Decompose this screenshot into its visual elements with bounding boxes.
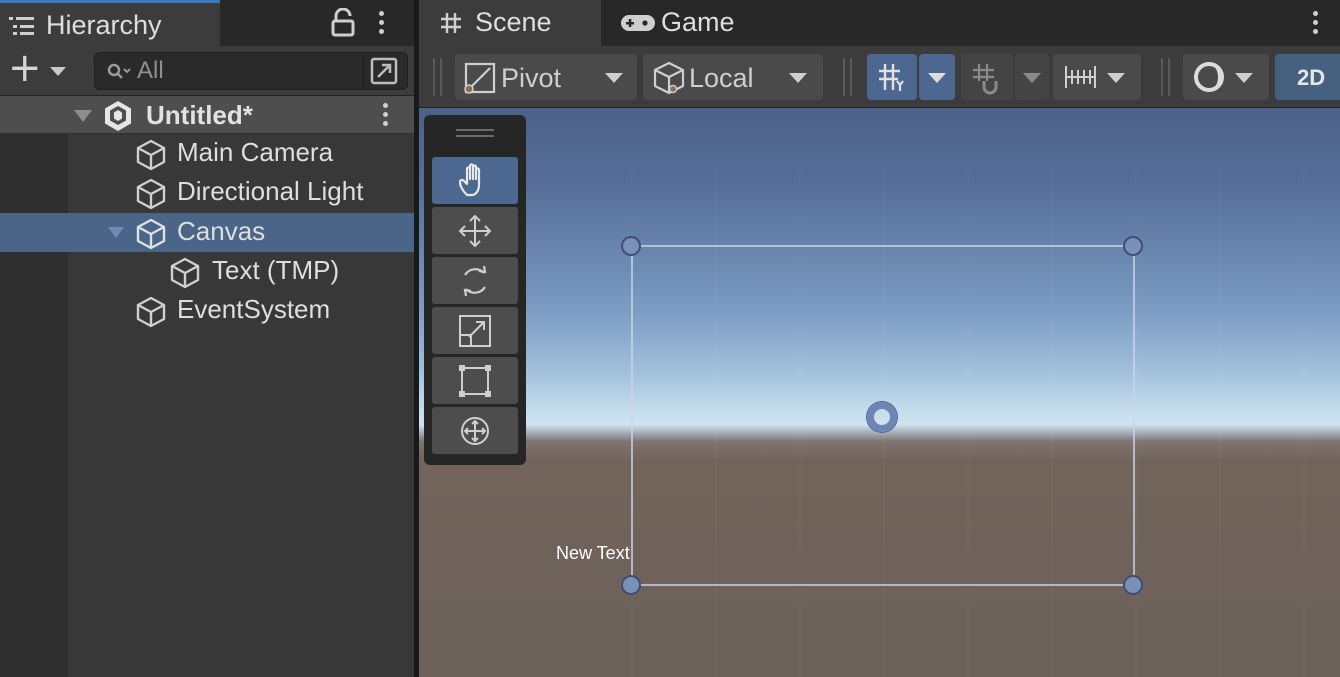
hierarchy-search-field [94,52,408,90]
scene-viewport[interactable]: New Text [419,108,1340,677]
transform-tool-button[interactable] [432,407,518,454]
increment-snap-dropdown[interactable] [1015,54,1049,100]
ruler-icon [1065,66,1096,88]
hand-tool-button[interactable] [432,157,518,204]
2d-mode-toggle[interactable]: 2D [1275,54,1340,100]
chevron-down-icon [1107,73,1125,83]
scene-toolbar: Pivot Local 2D [419,46,1340,108]
chevron-down-icon [789,73,807,83]
gameobject-cube-icon [168,256,202,295]
game-tab-label: Game [661,7,735,37]
hierarchy-item-main-camera[interactable]: Main Camera [0,134,414,173]
grid-snapping-dropdown[interactable] [919,54,955,100]
palette-drag-handle[interactable] [456,129,494,137]
expand-arrow-icon[interactable] [74,110,92,122]
select-in-scene-icon [370,57,398,85]
chevron-down-icon [928,73,946,83]
shading-sphere-icon [1194,62,1224,92]
scene-text-object[interactable]: New Text [556,543,630,564]
chevron-down-icon [1235,73,1253,83]
pivot-label: Pivot [501,63,562,93]
gamepad-icon [621,13,655,38]
hierarchy-item-directional-light[interactable]: Directional Light [0,173,414,212]
gameobject-cube-icon [134,217,168,256]
expand-arrow-icon[interactable] [108,227,124,238]
gameobject-cube-icon [134,295,168,334]
gameobject-cube-icon [134,138,168,177]
hierarchy-item-label: Directional Light [177,176,364,206]
chevron-down-icon [50,67,66,76]
grid-snap-icon [879,64,904,91]
rotate-tool-button[interactable] [432,257,518,304]
tool-palette [424,115,526,465]
hierarchy-item-label: Main Camera [177,137,334,167]
increment-snap-toggle[interactable] [961,54,1013,100]
space-dropdown[interactable]: Local [643,54,823,100]
move-tool-button[interactable] [432,207,518,254]
toolbar-grip-handle[interactable] [1161,58,1170,96]
tab-scene[interactable]: Scene [419,0,601,46]
scene-grid [631,168,1305,677]
tab-game[interactable]: Game [609,0,759,46]
magnet-grid-icon [973,64,998,95]
gameobject-cube-icon [134,177,168,216]
hierarchy-menu-kebab-icon[interactable] [379,11,385,38]
hierarchy-item-canvas[interactable]: Canvas [0,213,414,252]
hand-icon [458,163,481,197]
scene-name: Untitled* [146,100,253,130]
rect-transform-icon [459,365,491,397]
hierarchy-item-text-tmp[interactable]: Text (TMP) [0,252,414,291]
scene-tab-bar: Scene Game [419,0,1340,46]
search-select-button[interactable] [363,55,403,87]
hierarchy-item-label: Text (TMP) [212,255,340,285]
hierarchy-toolbar: + [0,46,414,96]
tab-hierarchy[interactable]: Hierarchy [0,0,220,46]
search-icon [107,62,131,87]
toolbar-grip-handle[interactable] [843,58,852,96]
lock-icon[interactable] [330,7,356,43]
chevron-down-icon [1023,73,1041,83]
scene-root-row[interactable]: Untitled* [0,96,414,134]
scale-tool-button[interactable] [432,307,518,354]
hierarchy-list-icon [9,15,37,42]
rect-handle-bottom-right[interactable] [1123,575,1143,595]
scene-menu-kebab-icon[interactable] [1313,11,1319,38]
scene-tab-label: Scene [475,7,552,37]
draw-mode-dropdown[interactable] [1183,54,1269,100]
pivot-handle[interactable] [867,402,897,432]
rect-handle-top-right[interactable] [1123,236,1143,256]
plus-icon: + [8,45,42,91]
hierarchy-tab-bar: Hierarchy [0,0,414,46]
space-label: Local [689,63,754,93]
scene-window: Scene Game Pivot Local 2D New Text [419,0,1340,677]
scene-menu-kebab-icon[interactable] [383,103,389,130]
hierarchy-tab-label: Hierarchy [46,10,162,40]
hierarchy-item-label: EventSystem [177,294,331,324]
toolbar-grip-handle[interactable] [433,58,442,96]
local-cube-icon [653,61,685,95]
rect-handle-top-left[interactable] [621,236,641,256]
hierarchy-panel: Hierarchy + All Untitled* Main Camera Di… [0,0,414,677]
hash-icon [439,11,463,40]
chevron-down-icon [605,73,623,83]
unity-scene-icon [102,100,134,137]
hierarchy-item-label: Canvas [177,216,266,246]
pivot-icon [464,62,496,94]
create-dropdown-button[interactable]: + [4,48,74,90]
move-arrows-icon [458,214,492,248]
rect-handle-bottom-left[interactable] [621,575,641,595]
grid-snapping-toggle[interactable] [867,54,917,100]
search-input[interactable] [137,55,347,87]
rotate-icon [463,265,487,297]
pivot-dropdown[interactable]: Pivot [455,54,637,100]
scale-icon [459,315,491,347]
hierarchy-item-eventsystem[interactable]: EventSystem [0,291,414,330]
rect-tool-button[interactable] [432,357,518,404]
ruler-snap-dropdown[interactable] [1053,54,1141,100]
transform-icon [461,417,489,445]
2d-mode-label: 2D [1297,65,1326,90]
